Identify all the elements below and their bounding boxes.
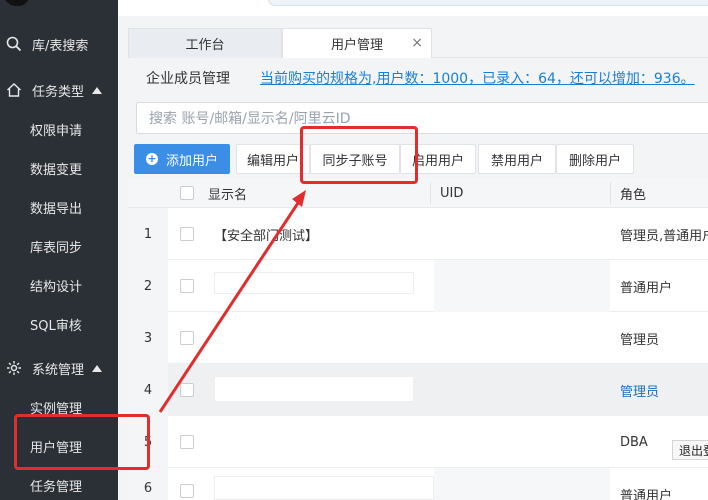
sidebar-item-label: SQL审核 <box>30 318 82 334</box>
button-label: 删除用户 <box>568 153 621 169</box>
column-header-uid[interactable]: UID <box>440 178 610 208</box>
row-number: 1 <box>128 208 168 260</box>
select-all-checkbox[interactable] <box>180 186 194 200</box>
sidebar-item-label: 数据变更 <box>30 162 83 178</box>
row-checkbox[interactable] <box>180 484 194 498</box>
sidebar-item-data-change[interactable]: 数据变更 <box>0 152 118 184</box>
column-divider <box>430 182 431 204</box>
row-checkbox[interactable] <box>180 383 194 397</box>
redacted-block <box>434 260 610 312</box>
table-row[interactable]: 5 DBA <box>128 416 708 468</box>
sidebar-item-task-type[interactable]: 任务类型 <box>0 74 118 106</box>
sidebar-item-label: 权限申请 <box>30 123 83 139</box>
header-label: 角色 <box>620 187 647 203</box>
row-number: 2 <box>128 260 168 312</box>
tab-bar: 工作台 用户管理 × <box>128 28 708 58</box>
sidebar-item-system-management[interactable]: 系统管理 <box>0 352 118 384</box>
plus-icon: + <box>145 152 158 165</box>
sidebar-item-label: 任务管理 <box>30 479 83 495</box>
cell-display-name: 【安全部门测试】 <box>214 228 319 244</box>
home-icon <box>6 82 22 98</box>
cell-role: DBA <box>620 434 648 450</box>
cell-role: 管理员 <box>620 332 660 348</box>
cell-role: 普通用户 <box>620 280 673 296</box>
main-content: 工作台 用户管理 × 企业成员管理 当前购买的规格为,用户数：1000，已录入：… <box>118 16 708 500</box>
button-label: 启用用户 <box>411 153 464 169</box>
sidebar-item-label: 结构设计 <box>30 279 83 295</box>
tab-label: 工作台 <box>185 38 225 53</box>
row-number: 3 <box>128 312 168 364</box>
row-checkbox[interactable] <box>180 435 194 449</box>
top-search-bar[interactable] <box>268 0 708 6</box>
table-row[interactable]: 4 管理员 <box>128 364 708 416</box>
sidebar-item-label: 库/表搜索 <box>32 38 89 54</box>
users-table: 显示名 UID 角色 1 【安全部门测试】 管理员,普通用户 2 普通用户 3 … <box>128 178 708 500</box>
sidebar-item-table-sync[interactable]: 库表同步 <box>0 230 118 262</box>
sidebar-item-task-management[interactable]: 任务管理 <box>0 469 118 500</box>
page-title: 企业成员管理 <box>146 71 230 87</box>
tab-label: 用户管理 <box>330 38 383 53</box>
redacted-block <box>214 272 414 294</box>
search-input[interactable]: 搜索 账号/邮箱/显示名/阿里云ID <box>136 102 708 134</box>
close-icon[interactable]: × <box>411 35 423 51</box>
quota-link[interactable]: 当前购买的规格为,用户数：1000，已录入：64，还可以增加：936。 <box>260 68 695 88</box>
top-bar <box>118 0 708 16</box>
collapse-arrow-icon[interactable] <box>92 86 103 94</box>
redacted-block <box>214 476 434 500</box>
row-checkbox[interactable] <box>180 331 194 345</box>
sidebar-item-sql-review[interactable]: SQL审核 <box>0 308 118 340</box>
annotation-box-user-management <box>14 414 150 470</box>
row-checkbox[interactable] <box>180 279 194 293</box>
row-number: 6 <box>128 468 168 500</box>
sidebar-item-label: 库表同步 <box>30 240 83 256</box>
table-row[interactable]: 6 普通用户 <box>128 468 708 500</box>
button-label: 编辑用户 <box>246 153 299 169</box>
table-row[interactable]: 2 普通用户 <box>128 260 708 312</box>
sidebar-item-label: 任务类型 <box>32 84 85 100</box>
sidebar-item-permission-request[interactable]: 权限申请 <box>0 113 118 145</box>
column-divider <box>610 182 611 204</box>
logo <box>4 0 30 6</box>
row-number: 4 <box>128 364 168 416</box>
sidebar-item-label: 系统管理 <box>32 362 85 378</box>
cell-role: 管理员,普通用户 <box>620 228 708 244</box>
sidebar-item-search[interactable]: 库/表搜索 <box>0 28 118 60</box>
tab-workbench[interactable]: 工作台 <box>128 28 282 58</box>
table-row[interactable]: 3 管理员 <box>128 312 708 364</box>
row-checkbox[interactable] <box>180 227 194 241</box>
delete-user-button[interactable]: 删除用户 <box>556 144 634 174</box>
sidebar-item-label: 数据导出 <box>30 201 83 217</box>
redacted-block <box>214 376 414 402</box>
add-user-button[interactable]: + 添加用户 <box>134 144 230 174</box>
annotation-box-sync-button <box>300 126 418 184</box>
header-label: UID <box>440 185 464 201</box>
gear-icon <box>6 360 22 376</box>
redacted-block <box>434 468 610 500</box>
sidebar-item-data-export[interactable]: 数据导出 <box>0 191 118 223</box>
edit-user-button[interactable]: 编辑用户 <box>236 144 310 174</box>
sidebar-item-schema-design[interactable]: 结构设计 <box>0 269 118 301</box>
button-label: 禁用用户 <box>490 153 543 169</box>
cell-role: 普通用户 <box>620 488 673 500</box>
tab-user-management[interactable]: 用户管理 × <box>282 28 432 58</box>
table-row[interactable]: 1 【安全部门测试】 管理员,普通用户 <box>128 208 708 260</box>
logout-tooltip[interactable]: 退出登录 <box>672 440 708 460</box>
collapse-arrow-icon[interactable] <box>92 364 103 372</box>
disable-user-button[interactable]: 禁用用户 <box>478 144 556 174</box>
header-label: 显示名 <box>208 187 248 203</box>
button-label: 添加用户 <box>165 153 218 169</box>
search-icon <box>6 36 22 52</box>
cell-role: 管理员 <box>620 384 660 400</box>
column-header-role[interactable]: 角色 <box>620 178 708 208</box>
